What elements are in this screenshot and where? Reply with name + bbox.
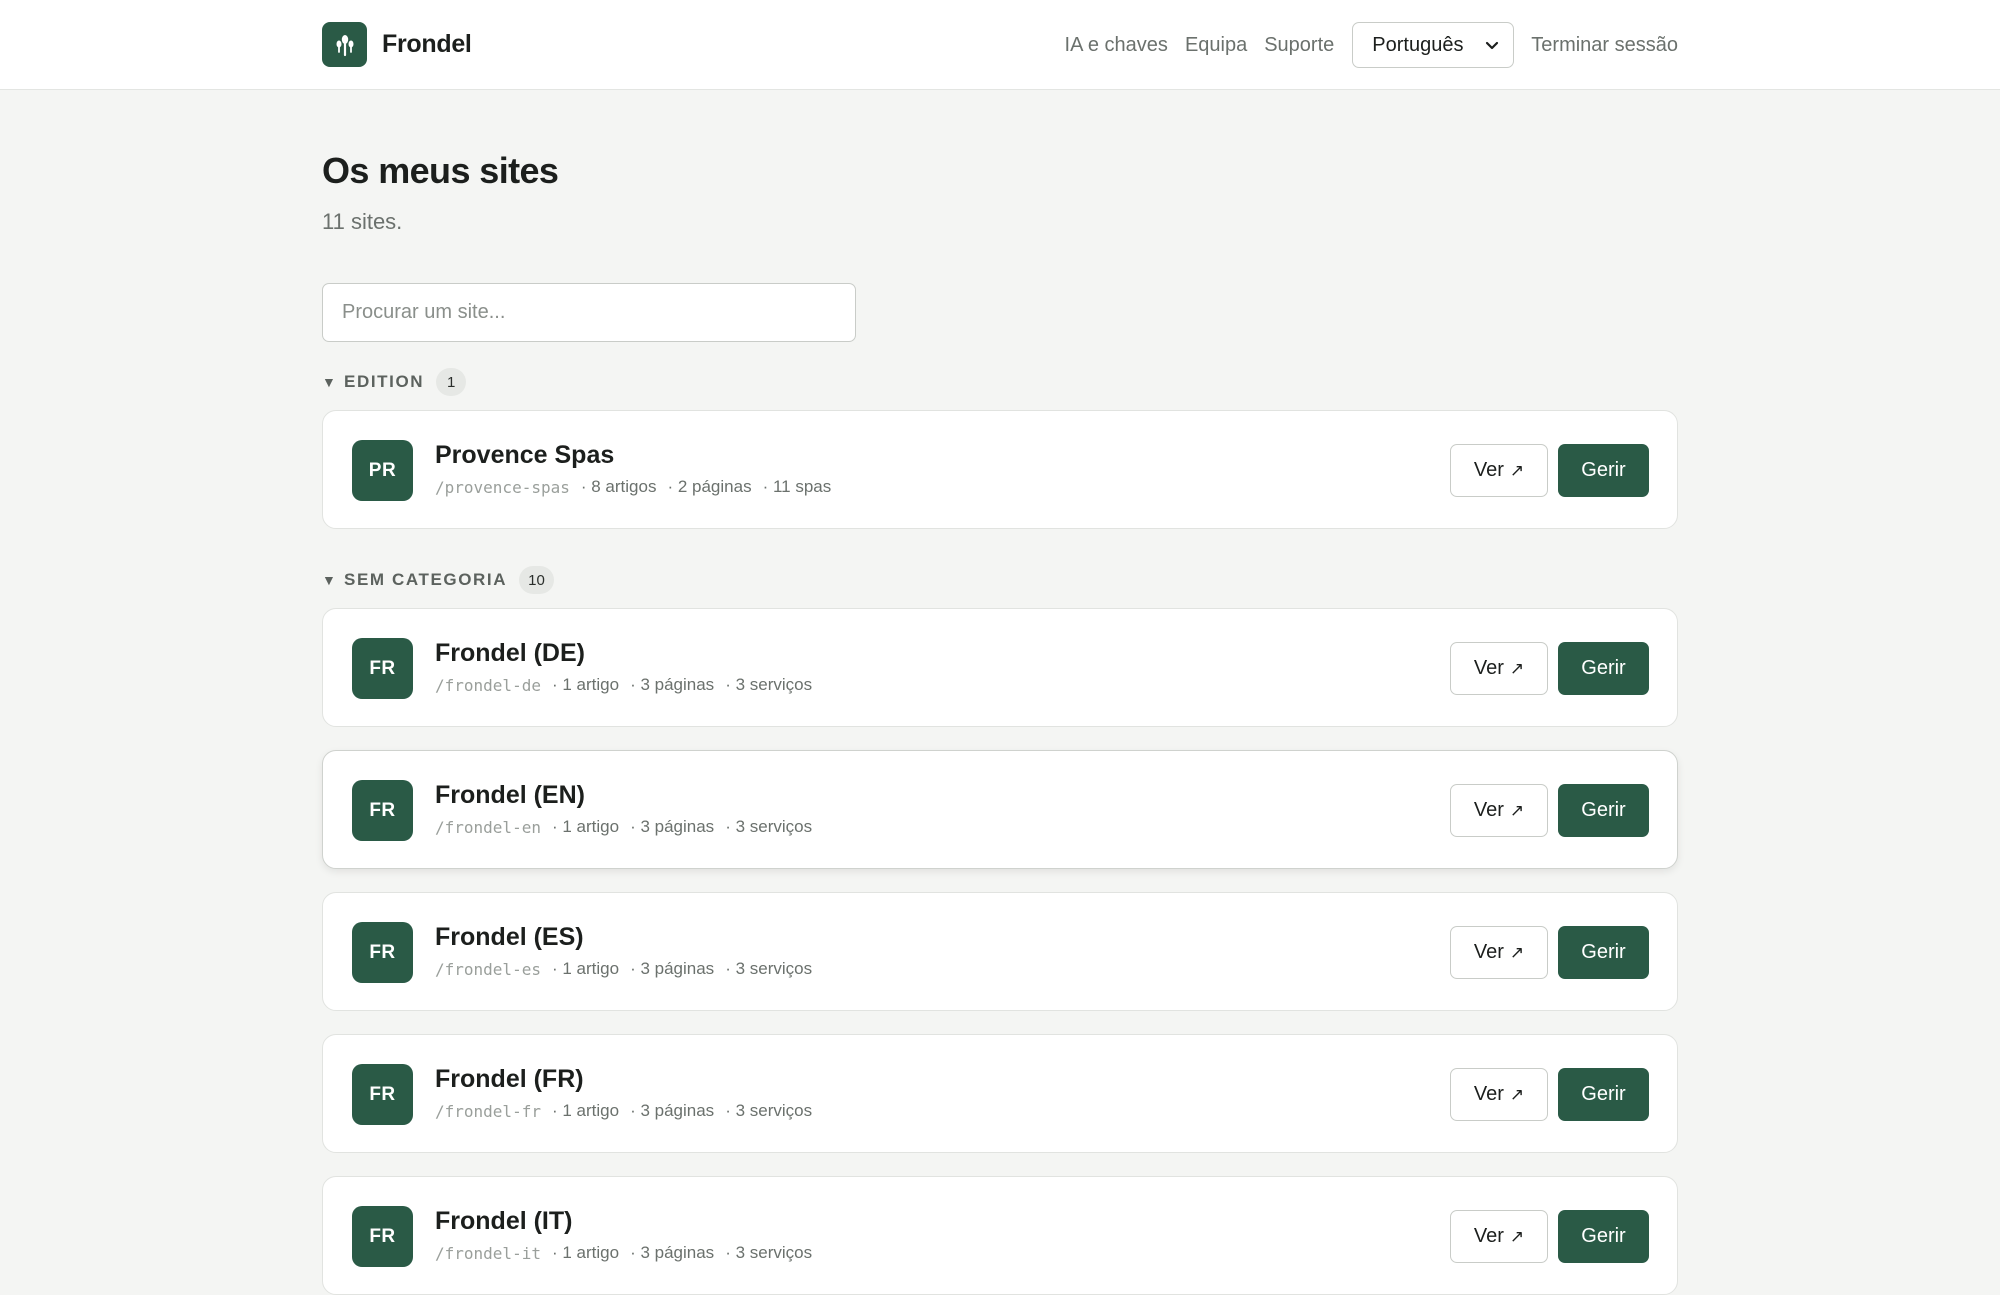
site-avatar: PR (352, 440, 413, 501)
nav-link-support[interactable]: Suporte (1264, 34, 1334, 57)
search-input[interactable] (322, 283, 856, 342)
manage-site-button[interactable]: Gerir (1558, 444, 1649, 497)
caret-down-icon: ▼ (322, 572, 336, 588)
site-name: Frondel (IT) (435, 1207, 573, 1235)
language-select[interactable]: Português (1352, 22, 1515, 68)
group-count-badge: 1 (436, 368, 467, 396)
external-link-icon: ↗ (1509, 800, 1525, 820)
view-site-button[interactable]: Ver ↗ (1450, 1210, 1548, 1263)
top-nav: IA e chaves Equipa Suporte Português Ter… (1065, 22, 1678, 68)
site-avatar: FR (352, 922, 413, 983)
site-meta: /frondel-de · 1 artigo · 3 páginas · 3 s… (435, 675, 812, 695)
site-stat-items: · 3 serviços (725, 675, 813, 694)
site-meta: /provence-spas · 8 artigos · 2 páginas ·… (435, 477, 831, 497)
site-stat-articles: · 1 artigo (551, 1101, 620, 1120)
site-stat-articles: · 1 artigo (551, 959, 620, 978)
external-link-icon: ↗ (1509, 1084, 1525, 1104)
site-stat-pages: · 3 páginas (630, 1243, 715, 1262)
external-link-icon: ↗ (1509, 1226, 1525, 1246)
site-stat-items: · 11 spas (762, 477, 832, 496)
site-meta: /frondel-es · 1 artigo · 3 páginas · 3 s… (435, 959, 812, 979)
site-meta: /frondel-en · 1 artigo · 3 páginas · 3 s… (435, 817, 812, 837)
top-bar: Frondel IA e chaves Equipa Suporte Portu… (0, 0, 2000, 90)
site-name: Frondel (ES) (435, 923, 584, 951)
site-stat-items: · 3 serviços (725, 1101, 813, 1120)
site-name: Provence Spas (435, 441, 615, 469)
site-stat-items: · 3 serviços (725, 817, 813, 836)
site-avatar: FR (352, 638, 413, 699)
external-link-icon: ↗ (1509, 658, 1525, 678)
group-name: EDITION (344, 372, 425, 391)
site-stat-articles: · 8 artigos (580, 477, 657, 496)
site-stat-items: · 3 serviços (725, 959, 813, 978)
nav-link-ai-keys[interactable]: IA e chaves (1065, 34, 1168, 57)
group-count-badge: 10 (519, 566, 554, 594)
page-title: Os meus sites (322, 150, 559, 191)
brand[interactable]: Frondel (322, 22, 472, 67)
site-stat-pages: · 3 páginas (630, 1101, 715, 1120)
site-meta: /frondel-fr · 1 artigo · 3 páginas · 3 s… (435, 1101, 812, 1121)
view-site-button[interactable]: Ver ↗ (1450, 642, 1548, 695)
site-count-text: 11 sites. (322, 209, 403, 234)
manage-site-button[interactable]: Gerir (1558, 1068, 1649, 1121)
manage-site-button[interactable]: Gerir (1558, 1210, 1649, 1263)
site-stat-pages: · 3 páginas (630, 959, 715, 978)
view-label: Ver (1473, 1083, 1504, 1105)
site-card: FR Frondel (IT) /frondel-it · 1 artigo ·… (322, 1176, 1678, 1295)
site-stat-pages: · 3 páginas (630, 817, 715, 836)
site-stat-pages: · 2 páginas (667, 477, 752, 496)
site-name: Frondel (FR) (435, 1065, 584, 1093)
site-stat-articles: · 1 artigo (551, 817, 620, 836)
site-card: FR Frondel (FR) /frondel-fr · 1 artigo ·… (322, 1034, 1678, 1153)
site-avatar: FR (352, 780, 413, 841)
brand-name: Frondel (382, 30, 472, 58)
manage-site-button[interactable]: Gerir (1558, 642, 1649, 695)
nav-link-team[interactable]: Equipa (1185, 34, 1247, 57)
view-site-button[interactable]: Ver ↗ (1450, 926, 1548, 979)
view-label: Ver (1473, 459, 1504, 481)
site-stat-articles: · 1 artigo (551, 675, 620, 694)
site-slug: /frondel-en (435, 817, 541, 837)
site-slug: /frondel-it (435, 1243, 541, 1263)
site-name: Frondel (EN) (435, 781, 585, 809)
manage-site-button[interactable]: Gerir (1558, 784, 1649, 837)
caret-down-icon: ▼ (322, 374, 336, 390)
tree-logo-icon (322, 22, 367, 67)
group-header-uncategorized[interactable]: ▼ SEM CATEGORIA 10 (322, 566, 554, 594)
view-site-button[interactable]: Ver ↗ (1450, 444, 1548, 497)
site-name: Frondel (DE) (435, 639, 585, 667)
site-avatar: FR (352, 1064, 413, 1125)
site-slug: /frondel-es (435, 959, 541, 979)
view-label: Ver (1473, 941, 1504, 963)
external-link-icon: ↗ (1509, 460, 1525, 480)
group-name: SEM CATEGORIA (344, 570, 508, 589)
view-site-button[interactable]: Ver ↗ (1450, 784, 1548, 837)
site-stat-articles: · 1 artigo (551, 1243, 620, 1262)
view-label: Ver (1473, 1225, 1504, 1247)
site-slug: /frondel-fr (435, 1101, 541, 1121)
site-stat-items: · 3 serviços (725, 1243, 813, 1262)
language-select-value: Português (1372, 33, 1464, 56)
external-link-icon: ↗ (1509, 942, 1525, 962)
manage-site-button[interactable]: Gerir (1558, 926, 1649, 979)
site-avatar: FR (352, 1206, 413, 1267)
view-label: Ver (1473, 799, 1504, 821)
logout-link[interactable]: Terminar sessão (1531, 34, 1678, 57)
site-card: FR Frondel (ES) /frondel-es · 1 artigo ·… (322, 892, 1678, 1011)
site-slug: /frondel-de (435, 675, 541, 695)
view-label: Ver (1473, 657, 1504, 679)
site-card: FR Frondel (EN) /frondel-en · 1 artigo ·… (322, 750, 1678, 869)
site-card: PR Provence Spas /provence-spas · 8 arti… (322, 410, 1678, 529)
view-site-button[interactable]: Ver ↗ (1450, 1068, 1548, 1121)
site-card: FR Frondel (DE) /frondel-de · 1 artigo ·… (322, 608, 1678, 727)
site-stat-pages: · 3 páginas (630, 675, 715, 694)
site-slug: /provence-spas (435, 477, 570, 497)
site-meta: /frondel-it · 1 artigo · 3 páginas · 3 s… (435, 1243, 812, 1263)
group-header-edition[interactable]: ▼ EDITION 1 (322, 368, 467, 396)
chevron-down-icon (1485, 34, 1499, 57)
